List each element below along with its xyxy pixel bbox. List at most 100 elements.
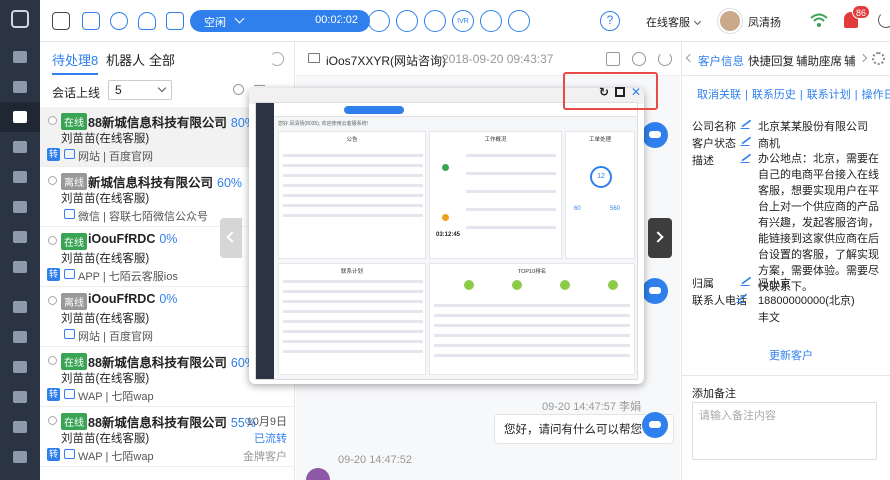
shield-icon[interactable] (0, 412, 40, 442)
pause-button[interactable] (424, 10, 446, 32)
agent-status-label: 在线客服 (646, 17, 690, 29)
chevron-right-icon[interactable] (858, 53, 868, 63)
top-bar: 空闲 00:02:02 IVR ? 在线客服 凤清扬 86 (40, 0, 890, 42)
tab-customer-info[interactable]: 客户信息 (698, 53, 744, 69)
session-company: 88新城信息科技有限公司 55% (88, 412, 256, 431)
session-agent: 刘苗苗(在线客服) (61, 133, 150, 145)
session-agent: 刘苗苗(在线客服) (61, 253, 150, 265)
note-input[interactable]: 请输入备注内容 (692, 402, 877, 460)
avatar[interactable] (718, 9, 742, 33)
close-icon[interactable]: ✕ (631, 85, 641, 99)
settings-icon[interactable] (0, 442, 40, 472)
update-customer-link[interactable]: 更新客户 (769, 347, 813, 363)
message-icon[interactable] (110, 12, 128, 30)
help-icon[interactable]: ? (600, 11, 620, 31)
user-icon[interactable] (632, 52, 646, 66)
tab-all[interactable]: 全部 (149, 50, 175, 69)
mute-button[interactable] (368, 10, 390, 32)
unlink-button[interactable]: 取消关联 (697, 89, 741, 101)
speaker-icon[interactable] (82, 12, 100, 30)
contact-history-link[interactable]: 联系历史 (752, 89, 796, 101)
document-icon[interactable] (0, 382, 40, 412)
bar-chart-icon[interactable] (0, 292, 40, 322)
end-call-button[interactable] (508, 10, 530, 32)
customer-panel: 客户信息 快捷回复 辅助座席 辅 取消关联|联系历史|联系计划|操作日志 公司名… (681, 42, 890, 480)
monitor-icon (308, 53, 320, 63)
clipboard-icon[interactable] (0, 192, 40, 222)
collapse-right-button[interactable] (648, 218, 672, 258)
mail-icon[interactable] (0, 132, 40, 162)
select-radio[interactable] (48, 116, 57, 125)
edit-icon[interactable] (740, 137, 753, 146)
select-radio[interactable] (48, 176, 57, 185)
phone-icon[interactable] (0, 72, 40, 102)
contacts-icon[interactable] (138, 12, 156, 30)
tab-pending[interactable]: 待处理8 (52, 50, 99, 75)
transfer-button[interactable] (396, 10, 418, 32)
session-agent: 刘苗苗(在线客服) (61, 433, 150, 445)
session-company: 88新城信息科技有限公司 80% (88, 112, 256, 131)
left-nav (0, 0, 40, 480)
session-limit-select[interactable]: 5 (108, 80, 172, 100)
company-name: iOouFfRDC (88, 232, 156, 246)
operation-log-link[interactable]: 操作日志 (862, 89, 890, 101)
wifi-icon (810, 13, 828, 27)
select-radio[interactable] (48, 236, 57, 245)
preview-card-title: 公告 (346, 137, 358, 143)
edit-icon[interactable] (740, 120, 753, 129)
collapse-left-button[interactable] (220, 218, 242, 258)
chat-icon[interactable] (0, 102, 40, 132)
session-limit-label: 会话上线 (52, 86, 101, 100)
chat-time: 2018-09-20 09:43:37 (442, 52, 554, 66)
select-radio[interactable] (48, 356, 57, 365)
user-name: 凤清扬 (748, 17, 781, 29)
field-value: 北京某某股份有限公司 (758, 121, 868, 133)
status-badge: 离线 (61, 173, 87, 190)
session-company: iOouFfRDC 0% (88, 232, 177, 246)
search-icon[interactable] (233, 84, 244, 95)
refresh-icon[interactable]: ↻ (599, 85, 609, 99)
logo-icon (11, 10, 29, 28)
select-radio[interactable] (48, 296, 57, 305)
bag-icon[interactable] (0, 252, 40, 282)
select-radio[interactable] (48, 416, 57, 425)
session-status: 已流转 (254, 433, 287, 445)
ivr-button[interactable]: IVR (452, 10, 474, 32)
menu-toggle-icon[interactable] (52, 12, 70, 30)
edit-icon[interactable] (740, 277, 753, 286)
consult-button[interactable] (480, 10, 502, 32)
tab-robot[interactable]: 机器人 (106, 50, 145, 69)
session-source: WAP | 七陌wap (78, 391, 154, 403)
chevron-left-icon[interactable] (685, 53, 695, 63)
agent-status-selector[interactable]: 在线客服 (646, 14, 702, 30)
share-icon[interactable] (606, 52, 620, 66)
tab-quick-reply[interactable]: 快捷回复 (748, 53, 794, 69)
power-icon[interactable] (878, 12, 890, 28)
book-icon[interactable] (0, 222, 40, 252)
list-icon[interactable] (0, 352, 40, 382)
maximize-icon[interactable] (615, 87, 625, 97)
edit-icon[interactable] (740, 154, 753, 163)
robot-avatar-icon (642, 278, 668, 304)
preview-welcome: 您好 凤清扬(8035), 欢迎使用云客服系统! (278, 121, 369, 127)
refresh-icon[interactable] (270, 52, 284, 66)
field-label: 客户状态 (692, 138, 736, 150)
transfer-badge: 转 (47, 148, 60, 161)
monitor-icon[interactable] (0, 322, 40, 352)
user-icon[interactable] (0, 162, 40, 192)
status-badge: 在线 (61, 233, 87, 250)
robot-avatar-icon (642, 122, 668, 148)
tab-more[interactable]: 辅 (844, 53, 856, 69)
power-icon[interactable] (658, 52, 672, 66)
preview-card-work: 工作概况 03:12:45 (429, 131, 562, 259)
session-item[interactable]: 在线 88新城信息科技有限公司 55% 刘苗苗(在线客服) 转 WAP | 七陌wap 10… (40, 407, 295, 467)
home-icon[interactable] (0, 42, 40, 72)
preview-ticket-stat: 560 (610, 206, 621, 212)
chevron-down-icon (157, 83, 167, 93)
gear-icon[interactable] (872, 52, 885, 65)
hold-button[interactable] (340, 10, 362, 32)
mail-icon[interactable] (166, 12, 184, 30)
session-agent: 刘苗苗(在线客服) (61, 373, 150, 385)
tab-assist-agent[interactable]: 辅助座席 (796, 53, 842, 69)
contact-plan-link[interactable]: 联系计划 (807, 89, 851, 101)
